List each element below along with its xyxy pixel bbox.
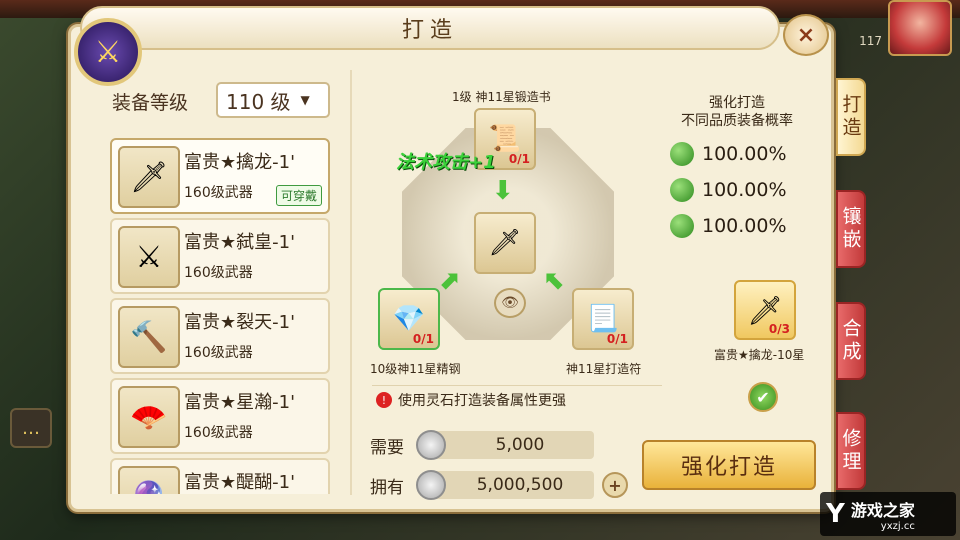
result-item-slot[interactable]: 🗡 0/3: [734, 280, 796, 340]
silver-coin-icon: [416, 430, 446, 460]
warning-icon: !: [376, 392, 392, 408]
item-subtitle: 160级武器: [184, 265, 253, 281]
watermark-url: yxzj.cc: [880, 520, 915, 532]
left-material-label: 10级神11星精钢: [370, 362, 461, 376]
cost-need-row: 需要 5,000: [370, 430, 594, 460]
add-currency-button[interactable]: +: [602, 472, 628, 498]
top-material-label: 1级 神11星锻造书: [452, 90, 551, 104]
tab-combine[interactable]: 合成: [836, 302, 866, 380]
silver-coin-icon: [416, 470, 446, 500]
site-watermark: Y 游戏之家 yxzj.cc: [820, 492, 956, 536]
eye-icon: 👁: [501, 295, 519, 311]
item-name: 富贵★弑皇-1': [184, 232, 296, 253]
have-label: 拥有: [370, 477, 404, 498]
center-item-slot[interactable]: 🗡: [474, 212, 536, 274]
weapon-icon: ⚔: [118, 226, 180, 288]
plus-icon: +: [608, 475, 622, 495]
cost-have-row: 拥有 5,000,500 +: [370, 470, 628, 500]
item-name: 富贵★擒龙-1': [184, 152, 296, 173]
need-label: 需要: [370, 437, 404, 458]
forge-emblem-icon: ⚔: [74, 18, 142, 86]
forge-recipe-area: 1级 神11星锻造书 📜 0/1 法术攻击+1 ⬇ 🗡 ⬈ ⬉ 💎 0/1 10…: [352, 70, 662, 390]
rate-row: 100.00%: [670, 142, 787, 166]
list-item[interactable]: 🔮 富贵★醍醐-1': [110, 458, 330, 494]
have-value: 5,000,500: [432, 471, 594, 499]
wearable-badge: 可穿戴: [275, 185, 322, 206]
level-dropdown[interactable]: 110 级 ▼: [216, 82, 330, 118]
chevron-down-icon: ▼: [300, 93, 310, 107]
rate-title-line1: 强化打造: [709, 95, 765, 111]
item-subtitle: 160级武器: [184, 345, 253, 361]
hint-text: 使用灵石打造装备属性更强: [398, 393, 566, 409]
level-filter-label: 装备等级: [112, 92, 189, 114]
level-badge: 117: [859, 34, 882, 48]
need-value: 5,000: [432, 431, 594, 459]
rate-row: 100.00%: [670, 178, 787, 202]
hint-text-row: ! 使用灵石打造装备属性更强: [376, 390, 566, 410]
list-item[interactable]: 🪭 富贵★星瀚-1' 160级武器: [110, 378, 330, 454]
attribute-popup: 法术攻击+1: [396, 152, 496, 173]
equipment-list-panel: 装备等级 110 级 ▼ 🗡 富贵★擒龙-1' 160级武器 可穿戴 ⚔ 富贵★…: [100, 70, 350, 498]
rate-value: 100.00%: [702, 215, 787, 237]
rate-title: 强化打造 不同品质装备概率: [662, 94, 812, 130]
hint-divider: [372, 385, 662, 386]
material-count: 0/1: [606, 332, 628, 346]
list-item[interactable]: ⚔ 富贵★弑皇-1' 160级武器: [110, 218, 330, 294]
arrow-up-left-icon: ⬉: [544, 266, 566, 296]
talisman-icon: 📃: [586, 304, 620, 334]
tab-forge[interactable]: 打造: [836, 78, 866, 156]
material-count: 0/1: [508, 152, 530, 166]
arrow-down-icon: ⬇: [492, 176, 514, 206]
chat-icon: …: [22, 417, 40, 439]
rate-row: 100.00%: [670, 214, 787, 238]
tab-repair[interactable]: 修理: [836, 412, 866, 490]
right-material-label: 神11星打造符: [566, 362, 642, 376]
right-material-slot[interactable]: 📃 0/1: [572, 288, 634, 350]
result-item-label: 富贵★擒龙-10星: [714, 348, 805, 362]
list-item[interactable]: 🗡 富贵★擒龙-1' 160级武器 可穿戴: [110, 138, 330, 214]
rate-value: 100.00%: [702, 179, 787, 201]
weapon-icon: 🗡: [488, 228, 522, 258]
tab-inlay[interactable]: 镶嵌: [836, 190, 866, 268]
probability-panel: 强化打造 不同品质装备概率 100.00% 100.00% 100.00% 🗡 …: [662, 70, 832, 495]
rate-value: 100.00%: [702, 143, 787, 165]
green-quality-icon: [670, 178, 694, 202]
item-subtitle: 160级武器: [184, 185, 253, 201]
enhance-forge-button[interactable]: 强化打造: [642, 440, 816, 490]
green-quality-icon: [670, 214, 694, 238]
watermark-logo: Y: [826, 499, 845, 529]
left-material-slot[interactable]: 💎 0/1: [378, 288, 440, 350]
check-icon: ✔: [756, 387, 770, 407]
rate-title-line2: 不同品质装备概率: [681, 113, 793, 129]
weapon-icon: 🗡: [118, 146, 180, 208]
close-icon: ×: [796, 22, 816, 48]
result-count: 0/3: [768, 322, 790, 336]
confirm-check-button[interactable]: ✔: [748, 382, 778, 412]
weapon-icon: 🔮: [118, 466, 180, 494]
ore-icon: 💎: [392, 304, 426, 334]
close-button[interactable]: ×: [783, 14, 829, 56]
preview-eye-button[interactable]: 👁: [494, 288, 526, 318]
material-count: 0/1: [412, 332, 434, 346]
weapon-icon: 🪭: [118, 386, 180, 448]
item-name: 富贵★星瀚-1': [184, 392, 296, 413]
arrow-up-right-icon: ⬈: [438, 266, 460, 296]
window-title: 打造: [80, 6, 780, 50]
list-item[interactable]: 🔨 富贵★裂天-1' 160级武器: [110, 298, 330, 374]
item-subtitle: 160级武器: [184, 425, 253, 441]
item-name: 富贵★裂天-1': [184, 312, 296, 333]
chat-button[interactable]: …: [10, 408, 52, 448]
level-dropdown-value: 110 级: [226, 89, 291, 114]
equipment-list[interactable]: 🗡 富贵★擒龙-1' 160级武器 可穿戴 ⚔ 富贵★弑皇-1' 160级武器 …: [110, 138, 332, 494]
item-name: 富贵★醍醐-1': [184, 472, 296, 493]
weapon-icon: 🔨: [118, 306, 180, 368]
player-portrait[interactable]: [888, 0, 952, 56]
watermark-title: 游戏之家: [850, 500, 915, 520]
green-quality-icon: [670, 142, 694, 166]
